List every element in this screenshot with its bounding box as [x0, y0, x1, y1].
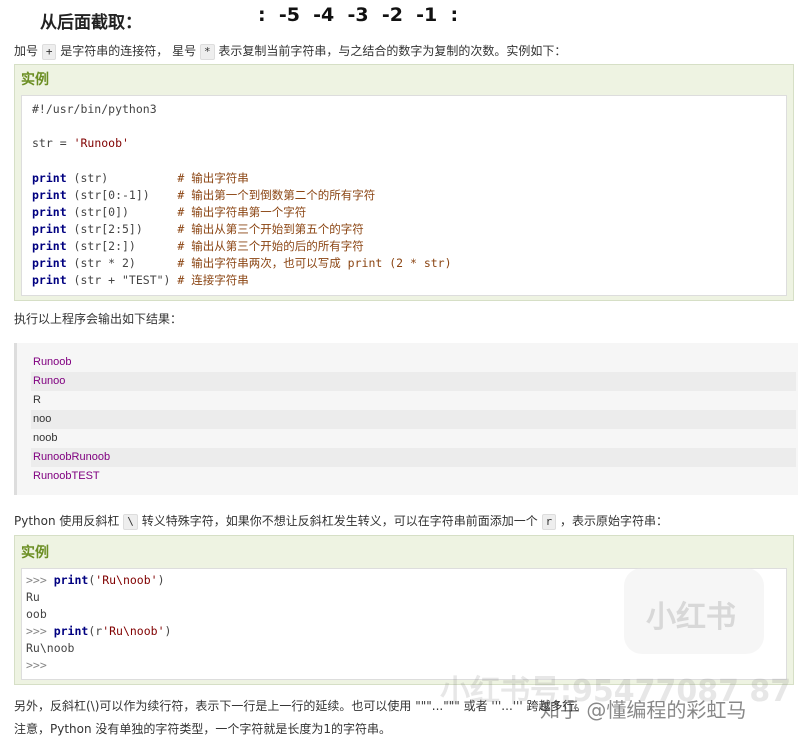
- print-keyword: print: [32, 256, 67, 270]
- print-keyword: print: [32, 239, 67, 253]
- repl-prompt: >>>: [26, 624, 54, 638]
- code-arg: (str[0:-1]): [66, 188, 178, 202]
- code-comment: # 输出从第三个开始到第五个的字符: [177, 222, 364, 236]
- output-line: Runoo: [31, 372, 796, 391]
- repl-line-1: >>> print('Ru\noob'): [26, 573, 165, 587]
- code-line-2: print (str[0:-1]) # 输出第一个到倒数第二个的所有字符: [32, 187, 375, 203]
- repl-line-4: >>> print(r'Ru\noob'): [26, 624, 171, 638]
- code-assign: str = 'Runoob': [32, 136, 129, 150]
- code-line-4: print (str[2:5]) # 输出从第三个开始到第五个的字符: [32, 221, 364, 237]
- code-comment: # 输出字符串: [177, 171, 249, 185]
- intro-paragraph: 加号 + 是字符串的连接符， 星号 * 表示复制当前字符串，与之结合的数字为复制…: [14, 42, 566, 60]
- escape-text-3: ，表示原始字符串：: [560, 514, 669, 528]
- intro-text-3: 表示复制当前字符串，与之结合的数字为复制的次数。实例如下：: [218, 44, 567, 58]
- code-comment: # 输出字符串第一个字符: [177, 205, 307, 219]
- plus-operator: +: [41, 44, 57, 60]
- code-comment: # 输出字符串两次，也可以写成 print (2 * str): [177, 256, 452, 270]
- code-eq: =: [52, 136, 74, 150]
- section-heading: 从后面截取：: [40, 13, 142, 33]
- escape-text-2: 转义特殊字符，如果你不想让反斜杠发生转义，可以在字符串前面添加一个: [141, 514, 538, 528]
- code-comment: # 输出第一个到倒数第二个的所有字符: [177, 188, 376, 202]
- output-line: Runoob: [33, 356, 72, 368]
- output-line: RunoobTEST: [33, 470, 100, 482]
- code-string: 'Ru\noob': [95, 573, 158, 587]
- repl-line-2: Ru: [26, 590, 40, 604]
- code-string: 'Ru\noob': [102, 624, 165, 638]
- code-arg: (str[2:5]): [66, 222, 178, 236]
- example-title: 实例: [21, 72, 49, 88]
- print-keyword: print: [32, 205, 67, 219]
- code-line-1: print (str) # 输出字符串: [32, 170, 249, 186]
- xiaohongshu-logo-watermark: 小红书: [624, 568, 764, 654]
- code-string: 'Runoob': [73, 136, 129, 150]
- code-paren: ): [157, 573, 165, 587]
- repl-line-5: Ru\noob: [26, 641, 75, 655]
- logo-text: 小红书: [646, 600, 736, 635]
- repl-prompt: >>>: [26, 573, 54, 587]
- code-comment: # 输出从第三个开始的后的所有字符: [177, 239, 364, 253]
- star-operator: *: [199, 44, 215, 60]
- code-comment: # 连接字符串: [177, 273, 249, 287]
- code-paren: ): [164, 624, 172, 638]
- zhihu-credit-watermark: 知乎 @懂编程的彩虹马: [540, 698, 747, 722]
- code-arg: (str * 2): [66, 256, 178, 270]
- code-var: str: [32, 136, 53, 150]
- repl-line-6: >>>: [26, 658, 47, 672]
- print-keyword: print: [32, 222, 67, 236]
- code-arg: (str[0]): [66, 205, 178, 219]
- print-keyword: print: [32, 273, 67, 287]
- output-line: noob: [33, 432, 58, 444]
- escape-text-1: Python 使用反斜杠: [14, 514, 120, 528]
- print-keyword: print: [32, 188, 67, 202]
- code-arg: (str[2:]): [66, 239, 178, 253]
- escape-paragraph: Python 使用反斜杠 \ 转义特殊字符，如果你不想让反斜杠发生转义，可以在字…: [14, 512, 668, 530]
- code-arg: (str + "TEST"): [66, 273, 178, 287]
- output-line: RunoobRunoob: [31, 448, 796, 467]
- code-paren: (r: [88, 624, 103, 638]
- code-block-1[interactable]: #!/usr/bin/python3 str = 'Runoob' print …: [21, 95, 787, 296]
- example-block-1: 实例 #!/usr/bin/python3 str = 'Runoob' pri…: [14, 64, 794, 301]
- output-line: noo: [31, 410, 796, 429]
- backslash-char: \: [123, 514, 138, 530]
- intro-text-2: 是字符串的连接符， 星号: [60, 44, 197, 58]
- output-block[interactable]: Runoob Runoo R noo noob RunoobRunoob Run…: [14, 343, 798, 495]
- print-keyword: print: [32, 171, 67, 185]
- code-line-7: print (str + "TEST") # 连接字符串: [32, 272, 249, 288]
- print-keyword: print: [53, 573, 89, 587]
- negative-index-row: : -5 -4 -3 -2 -1 :: [258, 4, 459, 26]
- example-title: 实例: [21, 545, 49, 561]
- code-arg: (str): [66, 171, 178, 185]
- code-line-5: print (str[2:]) # 输出从第三个开始的后的所有字符: [32, 238, 364, 254]
- raw-prefix: r: [541, 514, 557, 530]
- code-line-6: print (str * 2) # 输出字符串两次，也可以写成 print (2…: [32, 255, 452, 271]
- code-line-3: print (str[0]) # 输出字符串第一个字符: [32, 204, 306, 220]
- output-intro: 执行以上程序会输出如下结果：: [14, 312, 183, 326]
- intro-text-1: 加号: [14, 44, 39, 58]
- print-keyword: print: [53, 624, 89, 638]
- char-type-note: 注意，Python 没有单独的字符类型，一个字符就是长度为1的字符串。: [14, 722, 392, 736]
- repl-line-3: oob: [26, 607, 47, 621]
- output-line: R: [33, 394, 41, 406]
- code-shebang: #!/usr/bin/python3: [32, 102, 157, 116]
